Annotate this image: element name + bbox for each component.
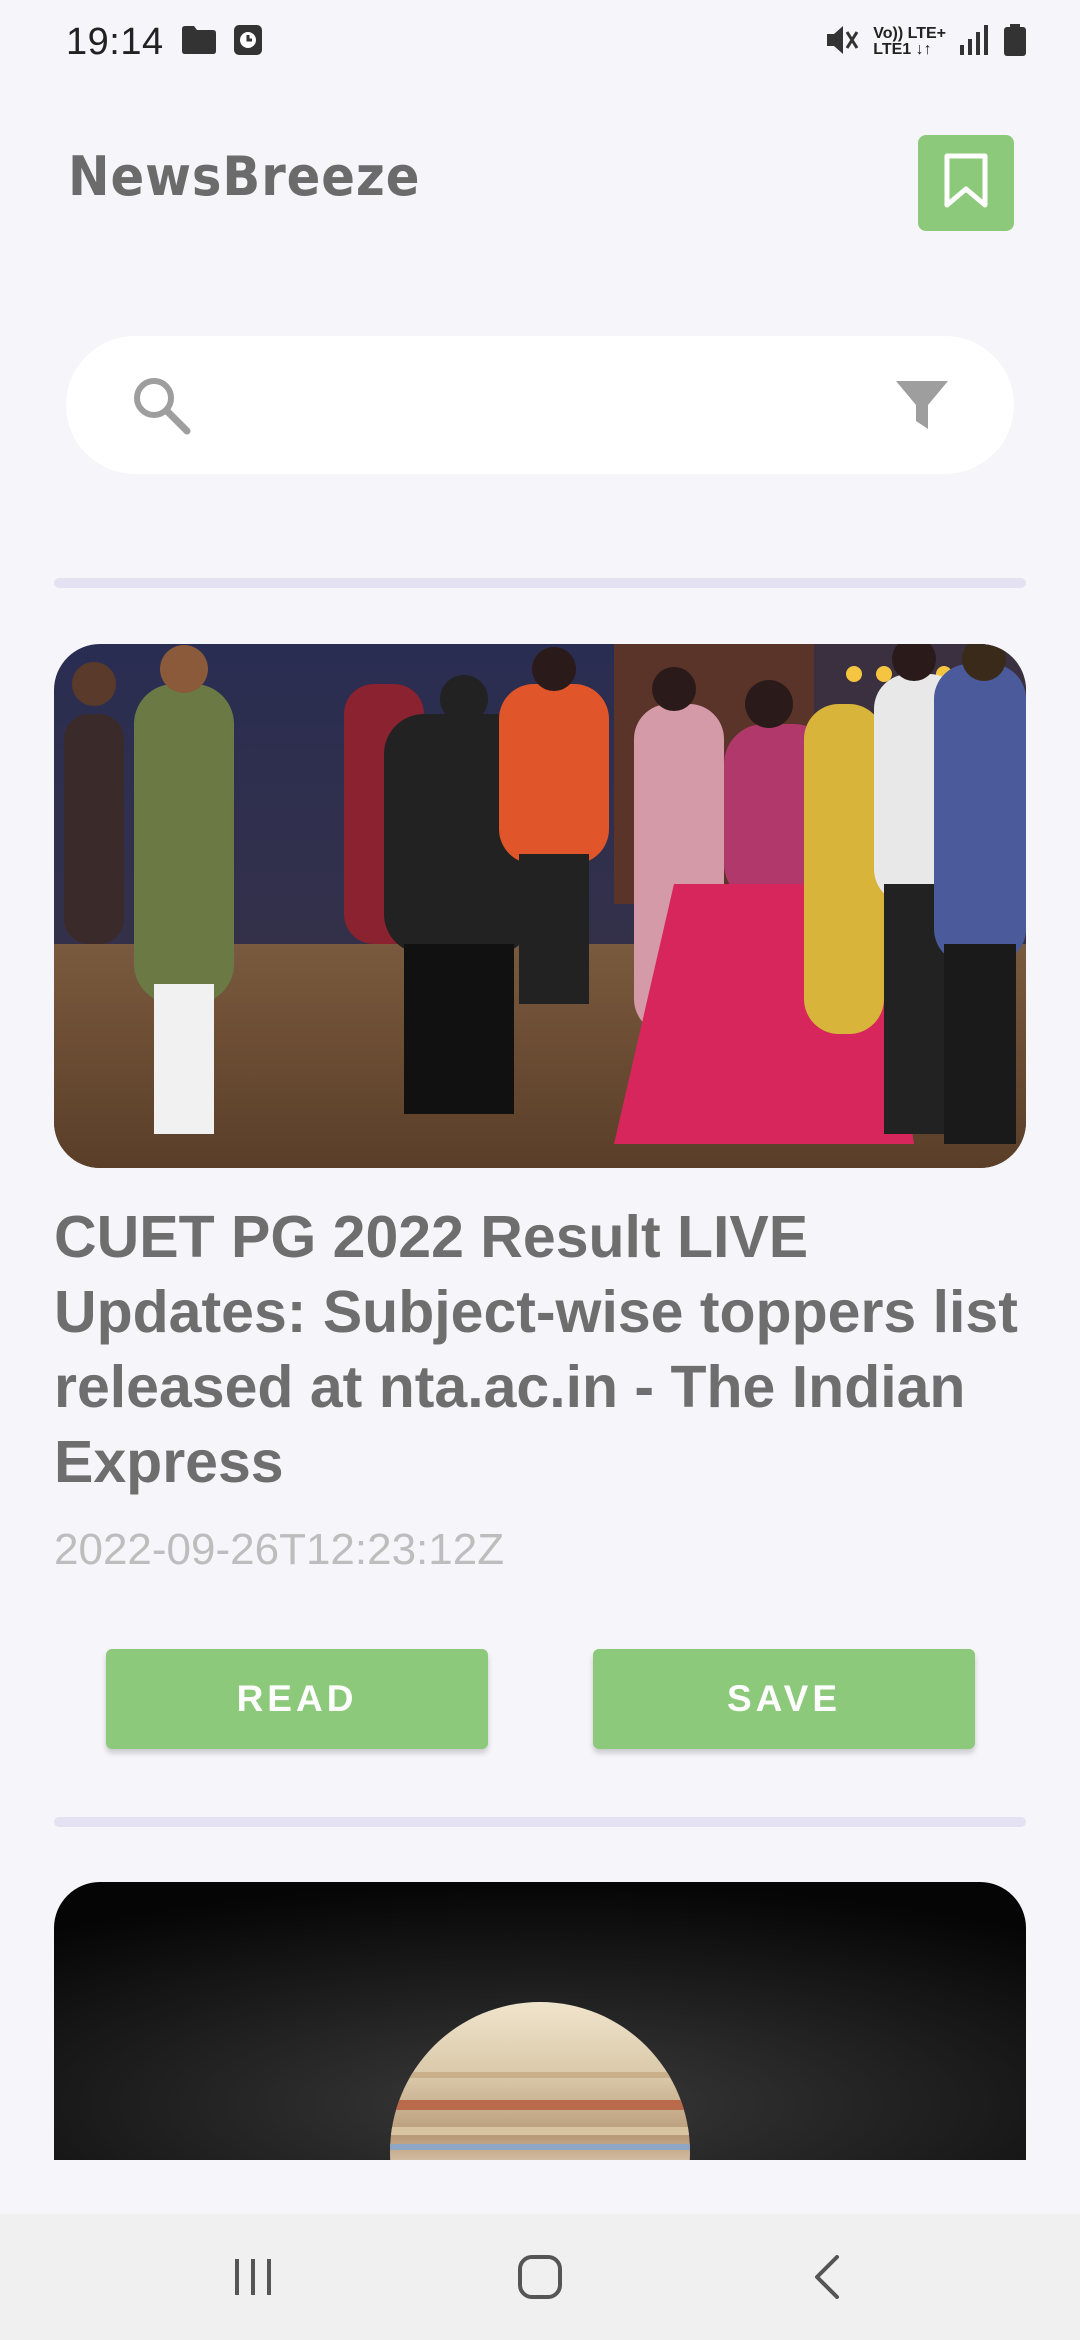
- article-image[interactable]: [54, 1882, 1026, 2160]
- folder-icon: [181, 25, 216, 59]
- article-image[interactable]: [54, 644, 1026, 1168]
- filter-icon[interactable]: [890, 373, 954, 437]
- search-bar: [66, 336, 1014, 474]
- mute-icon: [825, 24, 859, 61]
- divider: [54, 578, 1026, 588]
- home-icon[interactable]: [500, 2237, 580, 2317]
- back-icon[interactable]: [787, 2237, 867, 2317]
- signal-icon: [960, 24, 990, 60]
- app-title: NewsBreeze: [68, 145, 421, 208]
- status-left: 19:14: [66, 21, 262, 64]
- status-bar: 19:14 Vo)) LTE+ LTE1 ↓↑: [0, 0, 1080, 84]
- status-time: 19:14: [66, 20, 164, 63]
- article-title[interactable]: CUET PG 2022 Result LIVE Updates: Subjec…: [54, 1200, 1026, 1500]
- network-label: Vo)) LTE+ LTE1 ↓↑: [873, 26, 946, 58]
- search-icon[interactable]: [126, 370, 196, 440]
- status-right: Vo)) LTE+ LTE1 ↓↑: [825, 23, 1026, 61]
- bookmark-icon: [943, 153, 989, 214]
- battery-icon: [1004, 23, 1026, 61]
- search-input[interactable]: [216, 381, 890, 429]
- network-label-bottom: LTE1 ↓↑: [873, 41, 932, 58]
- read-button[interactable]: READ: [106, 1649, 488, 1749]
- bookmarks-button[interactable]: [918, 135, 1014, 231]
- recents-icon[interactable]: [213, 2237, 293, 2317]
- save-button[interactable]: SAVE: [593, 1649, 975, 1749]
- network-label-top: Vo)) LTE+: [873, 25, 946, 42]
- article-date: 2022-09-26T12:23:12Z: [54, 1525, 505, 1574]
- system-nav-bar: [0, 2214, 1080, 2340]
- divider: [54, 1817, 1026, 1827]
- alarm-icon: [233, 24, 262, 60]
